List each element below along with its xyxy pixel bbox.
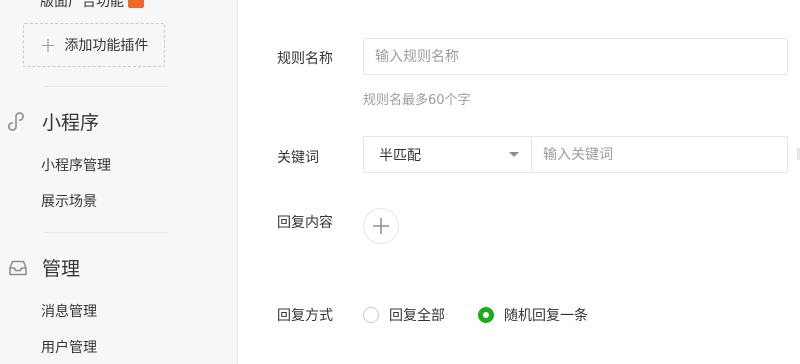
sidebar-item-mini-program-manage[interactable]: 小程序管理 xyxy=(41,155,111,175)
sidebar-item-label: 版面广告功能 xyxy=(40,0,124,10)
add-plugin-button[interactable]: + 添加功能插件 xyxy=(23,23,165,67)
section-header-manage: 管理 xyxy=(8,254,80,281)
sidebar-item-display-scene[interactable]: 展示场景 xyxy=(41,191,97,211)
sidebar-item-label: 消息管理 xyxy=(41,304,97,320)
sidebar-item-label: 小程序管理 xyxy=(41,158,111,174)
radio-unchecked[interactable] xyxy=(363,307,379,323)
reply-all-option[interactable]: 回复全部 xyxy=(363,305,445,325)
inbox-icon xyxy=(9,260,27,275)
match-mode-select[interactable]: 半匹配 xyxy=(363,136,532,173)
sidebar-item-partial[interactable]: 版面广告功能 xyxy=(40,0,144,11)
keyword-label: 关键词 xyxy=(277,150,319,166)
mini-program-icon xyxy=(8,111,24,131)
keyword-input[interactable] xyxy=(543,146,787,163)
match-mode-value: 半匹配 xyxy=(379,147,421,164)
plus-icon xyxy=(373,218,389,234)
sidebar-item-label: 用户管理 xyxy=(41,340,97,356)
radio-checked[interactable] xyxy=(478,307,494,323)
rule-name-input[interactable] xyxy=(375,48,787,65)
radio-label: 随机回复一条 xyxy=(504,308,588,324)
sidebar: 版面广告功能 + 添加功能插件 小程序 小程序管理 展示场景 管理 消息管理 用… xyxy=(0,0,238,364)
add-reply-content-button[interactable] xyxy=(363,208,399,244)
sidebar-item-label: 展示场景 xyxy=(41,194,97,210)
plus-icon: + xyxy=(39,33,57,57)
radio-label: 回复全部 xyxy=(389,308,445,324)
random-reply-option[interactable]: 随机回复一条 xyxy=(478,305,588,325)
new-badge xyxy=(128,0,144,8)
rule-name-field[interactable] xyxy=(363,38,788,75)
section-title: 小程序 xyxy=(42,112,100,134)
reply-mode-label: 回复方式 xyxy=(277,308,333,324)
section-title: 管理 xyxy=(42,258,81,280)
rule-name-hint: 规则名最多60个字 xyxy=(363,93,471,108)
add-plugin-label: 添加功能插件 xyxy=(64,38,149,54)
keyword-field[interactable] xyxy=(531,136,788,173)
sidebar-divider xyxy=(44,86,168,87)
rule-name-label: 规则名称 xyxy=(277,51,333,67)
sidebar-item-user-manage[interactable]: 用户管理 xyxy=(41,337,97,357)
section-header-mini-program: 小程序 xyxy=(8,108,99,135)
reply-content-label: 回复内容 xyxy=(277,215,333,231)
chevron-down-icon xyxy=(509,152,519,157)
sidebar-item-message-manage[interactable]: 消息管理 xyxy=(41,301,97,321)
sidebar-divider xyxy=(44,232,168,233)
